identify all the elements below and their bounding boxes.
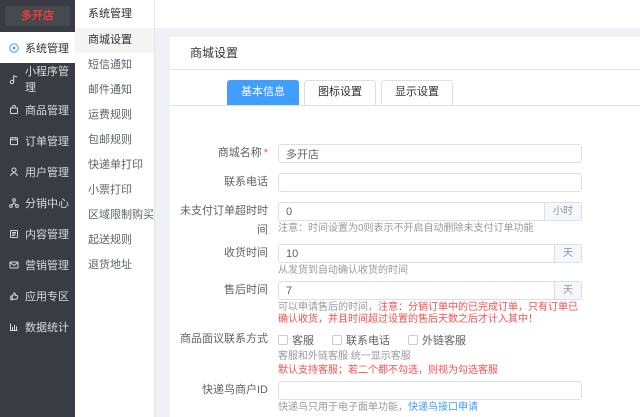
contact-method-label: 商品面议联系方式 [180, 333, 268, 345]
shop-name-label: 商城名称 * [217, 147, 268, 159]
receive-time-note: 从发货到自动确认收货的时间 [278, 265, 408, 276]
goods-bag-icon [8, 104, 20, 116]
shop-name-input[interactable] [279, 145, 581, 162]
unit-days-addon: 天 [554, 245, 581, 262]
main-area: 商城设置 基本信息 图标设置 显示设置 商城名称 * 多开店 联系电话 未支付订… [155, 0, 640, 417]
apps-thumb-icon [8, 290, 20, 302]
submenu-header: 系统管理 [88, 8, 132, 20]
unit-hours-addon: 小时 [544, 203, 581, 220]
distribution-org-icon [8, 197, 20, 209]
receive-time-input[interactable] [279, 245, 554, 262]
submenu-item-region-restrict[interactable]: 区域限制购买 [75, 203, 154, 228]
tab-bar: 基本信息 图标设置 显示设置 [170, 80, 640, 106]
aftersale-time-input[interactable] [279, 282, 554, 299]
kdniao-id-input-wrap [278, 381, 582, 400]
sidebar-item-label: 分销中心 [25, 197, 69, 210]
kdniao-id-input[interactable] [279, 382, 581, 399]
app-window: 多开店 系统管理 小程序管理 商品管理 订单管理 用户管理 分销中心 内容管理 … [0, 0, 640, 417]
sidebar-item-stats[interactable]: 数据统计 [0, 311, 75, 342]
form-row-contact-method: 商品面议联系方式 客服 联系电话 外链客服 客服和外链客服 统一显示客服 默认支… [175, 330, 640, 377]
contact-phone-input-wrap [278, 173, 582, 192]
sidebar-item-miniprogram[interactable]: 小程序管理 [0, 63, 75, 94]
form-row-unpaid-timeout: 未支付订单超时时间 小时 注意：时间设置为0则表示不开启自动删除未支付订单功能 [175, 202, 640, 240]
contact-method-checkbox-group: 客服 联系电话 外链客服 [278, 330, 498, 349]
checkbox-icon [332, 334, 342, 345]
tab-basic-info[interactable]: 基本信息 [227, 80, 299, 105]
kdniao-id-label: 快递鸟商户ID [202, 384, 268, 396]
submenu-item-shop-settings[interactable]: 商城设置 [75, 28, 154, 53]
unpaid-timeout-note: 注意：时间设置为0则表示不开启自动删除未支付订单功能 [278, 223, 534, 234]
sidebar-item-users[interactable]: 用户管理 [0, 156, 75, 187]
tab-display-settings[interactable]: 显示设置 [381, 80, 453, 105]
page-title: 商城设置 [170, 37, 640, 70]
aftersale-time-label: 售后时间 [224, 284, 268, 296]
sidebar-item-system[interactable]: 系统管理 [0, 32, 75, 63]
form-row-receive-time: 收货时间 天 从发货到自动确认收货的时间 [175, 244, 640, 277]
contact-method-warning: 默认支持客服；若二个都不勾选，则视为勾选客服 [278, 365, 498, 376]
settings-card: 商城设置 基本信息 图标设置 显示设置 商城名称 * 多开店 联系电话 未支付订… [170, 37, 640, 417]
orders-calendar-icon [8, 135, 20, 147]
tab-icon-settings[interactable]: 图标设置 [304, 80, 376, 105]
logo-wrap: 多开店 [0, 0, 75, 32]
sidebar-item-label: 应用专区 [25, 290, 69, 303]
unpaid-timeout-label: 未支付订单超时时间 [180, 205, 268, 236]
primary-sidebar: 多开店 系统管理 小程序管理 商品管理 订单管理 用户管理 分销中心 内容管理 … [0, 0, 75, 417]
form-row-kdniao-id: 快递鸟商户ID 快递鸟只用于电子面单功能，快递鸟接口申请 [175, 381, 640, 414]
marketing-envelope-icon [8, 259, 20, 271]
checkbox-icon [278, 334, 288, 345]
form-row-shop-name: 商城名称 * [175, 144, 640, 163]
receive-time-input-wrap: 天 [278, 244, 582, 263]
secondary-sidebar: 系统管理 商城设置 短信通知 邮件通知 运费规则 包邮规则 快递单打印 小票打印… [75, 0, 155, 417]
checkbox-icon [408, 334, 418, 345]
submenu-item-express-print[interactable]: 快递单打印 [75, 153, 154, 178]
submenu-item-sms-notice[interactable]: 短信通知 [75, 53, 154, 78]
required-mark: * [263, 147, 268, 159]
submenu-item-free-shipping-rules[interactable]: 包邮规则 [75, 128, 154, 153]
shop-name-input-wrap [278, 144, 582, 163]
sidebar-item-orders[interactable]: 订单管理 [0, 125, 75, 156]
user-icon [8, 166, 20, 178]
submenu-item-mail-notice[interactable]: 邮件通知 [75, 78, 154, 103]
checkbox-external-service[interactable]: 外链客服 [408, 332, 466, 348]
form-row-contact-phone: 联系电话 [175, 173, 640, 192]
stats-chart-icon [8, 321, 20, 333]
contact-phone-label: 联系电话 [224, 176, 268, 188]
checkbox-contact-phone[interactable]: 联系电话 [332, 332, 390, 348]
app-logo[interactable]: 多开店 [5, 6, 70, 26]
top-bar [155, 0, 640, 28]
submenu-item-freight-rules[interactable]: 运费规则 [75, 103, 154, 128]
miniprogram-icon [8, 73, 20, 85]
sidebar-item-distribution[interactable]: 分销中心 [0, 187, 75, 218]
sidebar-item-label: 用户管理 [25, 166, 69, 179]
unpaid-timeout-input-wrap: 小时 [278, 202, 582, 221]
submenu-item-receipt-print[interactable]: 小票打印 [75, 178, 154, 203]
contact-phone-input[interactable] [279, 174, 581, 191]
submenu-item-min-delivery-rules[interactable]: 起送规则 [75, 228, 154, 253]
checkbox-customer-service[interactable]: 客服 [278, 332, 314, 348]
sidebar-item-label: 内容管理 [25, 228, 69, 241]
sidebar-item-label: 小程序管理 [25, 65, 69, 94]
aftersale-time-note: 可以申请售后的时间，注意：分销订单中的已完成订单，只有订单已确认收货，并且时间超… [278, 302, 578, 325]
kdniao-apply-link[interactable]: 快递鸟接口申请 [408, 402, 478, 413]
unit-days-addon: 天 [554, 282, 581, 299]
form-row-aftersale-time: 售后时间 天 可以申请售后的时间，注意：分销订单中的已完成订单，只有订单已确认收… [175, 281, 640, 326]
sidebar-item-label: 订单管理 [25, 135, 69, 148]
sidebar-item-label: 营销管理 [25, 259, 69, 272]
contact-method-note: 客服和外链客服 统一显示客服 [278, 351, 411, 362]
aftersale-time-input-wrap: 天 [278, 281, 582, 300]
system-management-icon [8, 42, 20, 54]
sidebar-item-label: 系统管理 [25, 42, 69, 55]
content-doc-icon [8, 228, 20, 240]
receive-time-label: 收货时间 [224, 247, 268, 259]
sidebar-item-label: 数据统计 [25, 321, 69, 334]
sidebar-item-marketing[interactable]: 营销管理 [0, 249, 75, 280]
sidebar-item-content[interactable]: 内容管理 [0, 218, 75, 249]
sidebar-item-apps[interactable]: 应用专区 [0, 280, 75, 311]
unpaid-timeout-input[interactable] [279, 203, 544, 220]
submenu-item-return-address[interactable]: 退货地址 [75, 253, 154, 278]
kdniao-note: 快递鸟只用于电子面单功能，快递鸟接口申请 [278, 402, 478, 413]
sidebar-item-label: 商品管理 [25, 104, 69, 117]
shop-settings-form: 商城名称* 联系电话 [175, 144, 640, 417]
sidebar-item-goods[interactable]: 商品管理 [0, 94, 75, 125]
